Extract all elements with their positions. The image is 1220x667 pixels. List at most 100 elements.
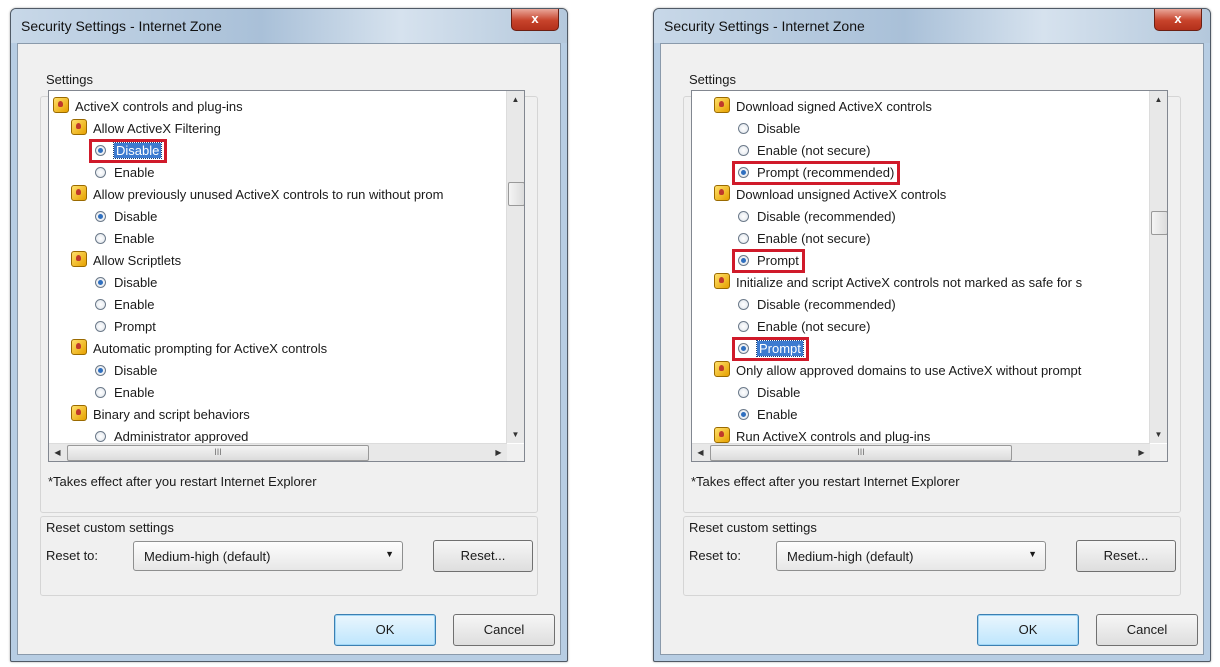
cancel-button[interactable]: Cancel xyxy=(1096,614,1198,646)
reset-level-dropdown[interactable]: Medium-high (default) ▼ xyxy=(133,541,403,571)
scroll-left-arrow-icon[interactable]: ◀ xyxy=(692,444,709,461)
vertical-scroll-thumb[interactable] xyxy=(508,182,524,206)
radio-button[interactable] xyxy=(738,123,749,134)
radio-option[interactable]: Enable (not secure) xyxy=(738,141,870,163)
reset-level-dropdown[interactable]: Medium-high (default) ▼ xyxy=(776,541,1046,571)
radio-button[interactable] xyxy=(738,387,749,398)
radio-option[interactable]: Prompt xyxy=(738,251,799,273)
scroll-up-arrow-icon[interactable]: ▲ xyxy=(507,91,524,108)
title-bar[interactable]: Security Settings - Internet Zone x xyxy=(654,9,1210,43)
item-label: Disable xyxy=(757,121,801,136)
scroll-corner xyxy=(507,444,524,461)
radio-option[interactable]: Enable xyxy=(95,163,154,185)
reset-button[interactable]: Reset... xyxy=(433,540,533,572)
item-label: Download unsigned ActiveX controls xyxy=(736,187,947,202)
radio-button[interactable] xyxy=(95,167,106,178)
radio-option[interactable]: Disable xyxy=(738,119,800,141)
item-label: Allow Scriptlets xyxy=(93,253,182,268)
radio-button-checked[interactable] xyxy=(738,167,749,178)
security-settings-dialog-left: Security Settings - Internet Zone x Sett… xyxy=(10,8,568,662)
item-label: Download signed ActiveX controls xyxy=(736,99,932,114)
item-label: Disable xyxy=(114,363,158,378)
radio-button-checked[interactable] xyxy=(95,277,106,288)
vertical-scrollbar[interactable]: ▲ ▼ xyxy=(506,91,524,443)
radio-button[interactable] xyxy=(738,299,749,310)
settings-listbox[interactable]: Download signed ActiveX controls Disable E… xyxy=(691,90,1168,462)
item-label: Enable xyxy=(114,385,155,400)
radio-button-checked[interactable] xyxy=(95,211,106,222)
reset-button[interactable]: Reset... xyxy=(1076,540,1176,572)
radio-option[interactable]: Enable xyxy=(95,295,154,317)
radio-button[interactable] xyxy=(95,321,106,332)
close-button[interactable]: x xyxy=(511,9,559,31)
radio-option[interactable]: Disable (recommended) xyxy=(738,207,896,229)
setting-item: Binary and script behaviors xyxy=(71,405,250,427)
radio-option[interactable]: Enable (not secure) xyxy=(738,229,870,251)
scroll-right-arrow-icon[interactable]: ▶ xyxy=(490,444,507,461)
item-label: Prompt xyxy=(757,253,799,268)
horizontal-scrollbar[interactable]: ◀ III ▶ xyxy=(692,443,1150,461)
radio-option[interactable]: Prompt xyxy=(95,317,156,339)
radio-option[interactable]: Disable xyxy=(95,273,157,295)
vertical-scroll-thumb[interactable] xyxy=(1151,211,1167,235)
setting-item: Download signed ActiveX controls xyxy=(714,97,932,119)
radio-button[interactable] xyxy=(738,145,749,156)
settings-shield-icon xyxy=(71,251,87,267)
radio-button-checked[interactable] xyxy=(738,409,749,420)
item-label: Binary and script behaviors xyxy=(93,407,250,422)
settings-listbox[interactable]: ActiveX controls and plug-ins Allow Activ… xyxy=(48,90,525,462)
setting-item: Allow Scriptlets xyxy=(71,251,181,273)
title-bar[interactable]: Security Settings - Internet Zone x xyxy=(11,9,567,43)
scroll-down-arrow-icon[interactable]: ▼ xyxy=(1150,426,1167,443)
radio-button-checked[interactable] xyxy=(95,365,106,376)
radio-button[interactable] xyxy=(95,387,106,398)
radio-option[interactable]: Disable xyxy=(738,383,800,405)
horizontal-scroll-thumb[interactable]: III xyxy=(67,445,369,461)
cancel-button[interactable]: Cancel xyxy=(453,614,555,646)
scroll-up-arrow-icon[interactable]: ▲ xyxy=(1150,91,1167,108)
radio-button[interactable] xyxy=(738,321,749,332)
chevron-down-icon: ▼ xyxy=(385,549,394,559)
radio-option[interactable]: Prompt (recommended) xyxy=(738,163,894,185)
settings-shield-icon xyxy=(53,97,69,113)
radio-option[interactable]: Disable xyxy=(95,207,157,229)
settings-shield-icon xyxy=(714,427,730,443)
radio-option[interactable]: Prompt xyxy=(738,339,804,361)
radio-option[interactable]: Disable xyxy=(95,361,157,383)
ok-button[interactable]: OK xyxy=(334,614,436,646)
radio-option[interactable]: Disable xyxy=(95,141,163,163)
setting-item: Only allow approved domains to use Activ… xyxy=(714,361,1081,383)
radio-button[interactable] xyxy=(738,211,749,222)
radio-option[interactable]: Enable xyxy=(95,229,154,251)
reset-custom-settings-label: Reset custom settings xyxy=(689,520,817,535)
scroll-down-arrow-icon[interactable]: ▼ xyxy=(507,426,524,443)
radio-option[interactable]: Enable xyxy=(95,383,154,405)
horizontal-scroll-thumb[interactable]: III xyxy=(710,445,1012,461)
radio-button[interactable] xyxy=(95,299,106,310)
radio-button-checked[interactable] xyxy=(95,145,106,156)
scroll-left-arrow-icon[interactable]: ◀ xyxy=(49,444,66,461)
radio-button[interactable] xyxy=(95,431,106,442)
radio-button-checked[interactable] xyxy=(738,343,749,354)
radio-button[interactable] xyxy=(738,233,749,244)
item-label: Disable (recommended) xyxy=(757,297,896,312)
settings-shield-icon xyxy=(714,361,730,377)
settings-shield-icon xyxy=(714,185,730,201)
horizontal-scrollbar[interactable]: ◀ III ▶ xyxy=(49,443,507,461)
radio-option[interactable]: Administrator approved xyxy=(95,427,248,444)
radio-option[interactable]: Enable xyxy=(738,405,797,427)
settings-shield-icon xyxy=(714,273,730,289)
dialog-title: Security Settings - Internet Zone xyxy=(21,18,222,34)
radio-option[interactable]: Enable (not secure) xyxy=(738,317,870,339)
radio-option[interactable]: Disable (recommended) xyxy=(738,295,896,317)
category-item: ActiveX controls and plug-ins xyxy=(53,97,243,119)
reset-level-value: Medium-high (default) xyxy=(787,549,914,564)
radio-button-checked[interactable] xyxy=(738,255,749,266)
scroll-right-arrow-icon[interactable]: ▶ xyxy=(1133,444,1150,461)
radio-button[interactable] xyxy=(95,233,106,244)
settings-list: ActiveX controls and plug-ins Allow Activ… xyxy=(49,91,507,444)
close-button[interactable]: x xyxy=(1154,9,1202,31)
vertical-scrollbar[interactable]: ▲ ▼ xyxy=(1149,91,1167,443)
ok-button[interactable]: OK xyxy=(977,614,1079,646)
settings-shield-icon xyxy=(71,185,87,201)
